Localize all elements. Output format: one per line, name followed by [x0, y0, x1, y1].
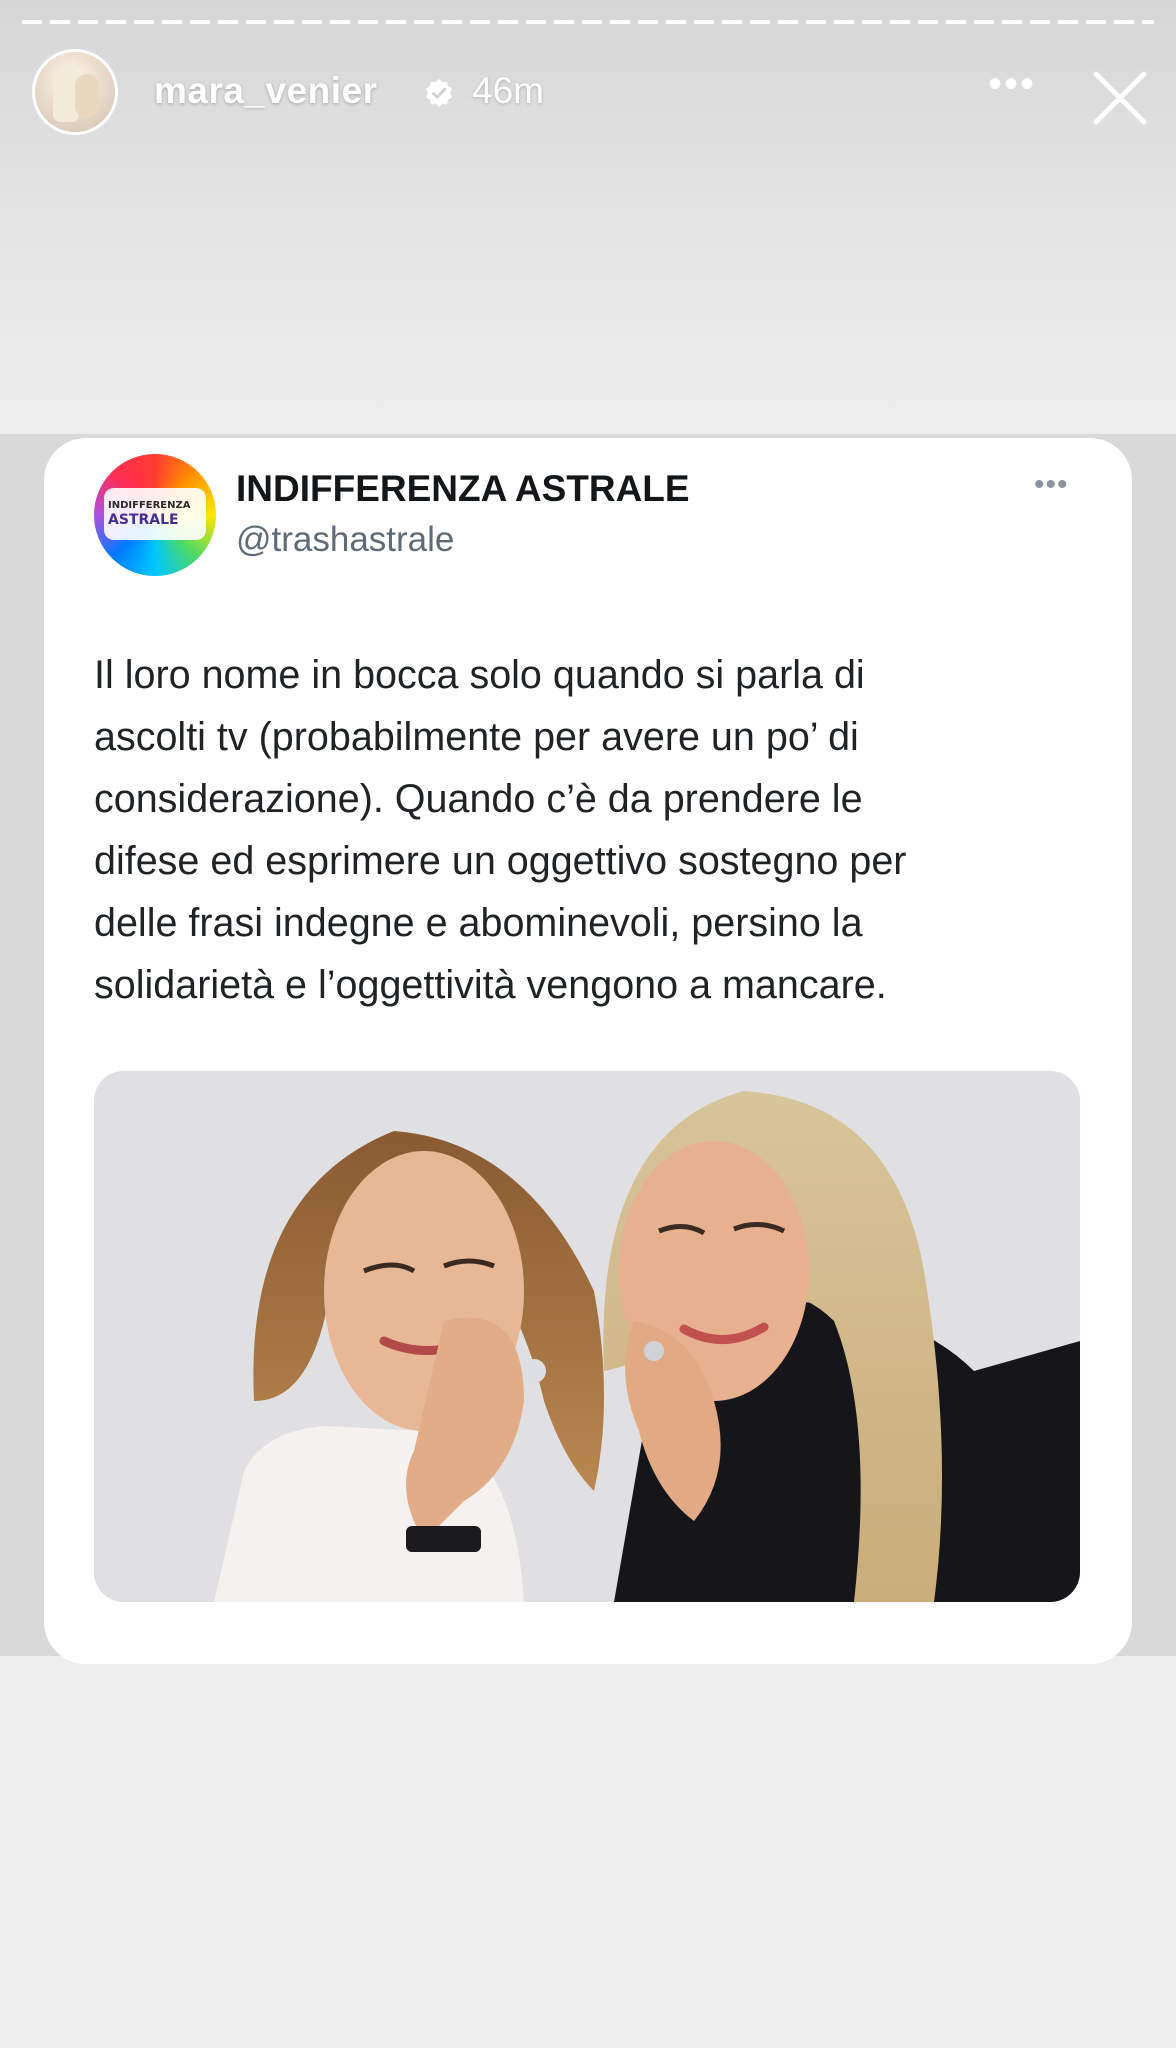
tweet-text: Il loro nome in bocca solo quando si par…: [94, 653, 907, 1007]
story-viewer: mara_venier 46m ••• INDIFFERENZA ASTRALE…: [0, 0, 1176, 2048]
avatar-logo: INDIFFERENZA ASTRALE: [108, 500, 191, 528]
tweet-photo[interactable]: [94, 1071, 1080, 1602]
story-username[interactable]: mara_venier: [154, 70, 378, 112]
verified-badge-icon: [426, 79, 452, 107]
more-options-button[interactable]: •••: [984, 64, 1040, 120]
more-options-icon: •••: [987, 62, 1036, 106]
tweet-author-name[interactable]: INDIFFERENZA ASTRALE: [236, 468, 690, 510]
user-avatar[interactable]: [32, 49, 118, 135]
story-header: mara_venier 46m •••: [0, 44, 1176, 142]
tweet-author-handle[interactable]: @trashastrale: [236, 520, 454, 560]
story-timestamp: 46m: [472, 70, 544, 111]
tweet-author-avatar[interactable]: INDIFFERENZA ASTRALE: [94, 454, 216, 576]
tweet-more-icon[interactable]: •••: [1034, 468, 1069, 502]
tweet-photo-illustration: [94, 1071, 1080, 1602]
shared-tweet-card[interactable]: INDIFFERENZA ASTRALE INDIFFERENZA ASTRAL…: [44, 438, 1132, 1664]
story-progress-bar: [22, 20, 1154, 24]
close-icon[interactable]: [1090, 68, 1150, 128]
